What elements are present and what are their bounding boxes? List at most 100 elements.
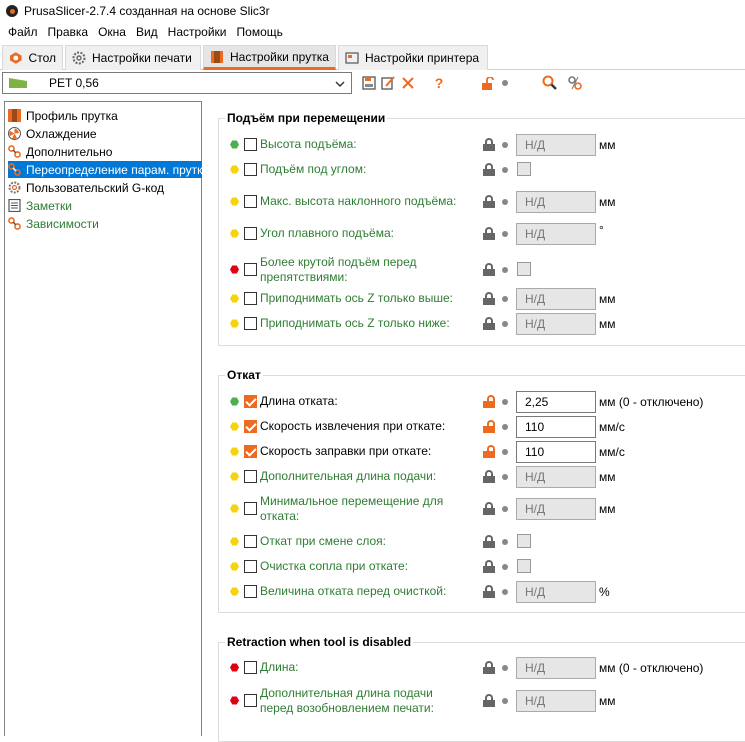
override-checkbox[interactable] [244, 317, 257, 330]
bullet-dot-icon[interactable] [502, 589, 508, 595]
sidebar-item-filament[interactable]: Профиль прутка [8, 107, 202, 124]
lock-open-icon[interactable] [479, 74, 497, 92]
setting-field[interactable]: Н/Д [516, 581, 596, 603]
setting-field[interactable]: 2,25 [516, 391, 596, 413]
setting-checkbox[interactable] [517, 162, 531, 176]
lock-icon[interactable] [483, 195, 495, 208]
override-checkbox[interactable] [244, 420, 257, 433]
sidebar-item-notes[interactable]: Заметки [8, 197, 202, 214]
group-title: Retraction when tool is disabled [225, 635, 414, 649]
lock-icon[interactable] [483, 470, 495, 483]
lock-open-icon[interactable] [483, 445, 495, 458]
bullet-dot-icon[interactable] [502, 399, 508, 405]
bullet-dot-icon[interactable] [502, 698, 508, 704]
lock-icon[interactable] [483, 263, 495, 276]
menu-configuration[interactable]: Настройки [164, 25, 231, 39]
compare-presets-icon[interactable] [566, 74, 584, 92]
lock-icon[interactable] [483, 138, 495, 151]
modified-value-icon [230, 294, 239, 303]
bullet-dot-icon[interactable] [502, 424, 508, 430]
tab-printer-settings[interactable]: Настройки принтера [338, 45, 488, 70]
bullet-dot-icon[interactable] [502, 474, 508, 480]
lock-icon[interactable] [483, 560, 495, 573]
preset-combobox[interactable]: PET 0,56 [2, 72, 352, 94]
menu-file[interactable]: Файл [4, 25, 42, 39]
help-question-icon[interactable]: ? [430, 74, 448, 92]
lock-icon[interactable] [483, 661, 495, 674]
setting-field[interactable]: Н/Д [516, 466, 596, 488]
override-checkbox[interactable] [244, 470, 257, 483]
lock-icon[interactable] [483, 163, 495, 176]
rename-preset-icon[interactable] [379, 74, 397, 92]
setting-field[interactable]: Н/Д [516, 191, 596, 213]
lock-icon[interactable] [483, 317, 495, 330]
bullet-dot-icon[interactable] [502, 449, 508, 455]
lock-icon[interactable] [483, 502, 495, 515]
menu-window[interactable]: Окна [94, 25, 130, 39]
setting-checkbox[interactable] [517, 559, 531, 573]
override-checkbox[interactable] [244, 395, 257, 408]
lock-icon[interactable] [483, 694, 495, 707]
override-checkbox[interactable] [244, 195, 257, 208]
override-checkbox[interactable] [244, 694, 257, 707]
lock-open-icon[interactable] [483, 395, 495, 408]
setting-field[interactable]: 110 [516, 441, 596, 463]
setting-field[interactable]: Н/Д [516, 288, 596, 310]
setting-field[interactable]: Н/Д [516, 223, 596, 245]
bullet-dot-icon[interactable] [502, 665, 508, 671]
lock-icon[interactable] [483, 227, 495, 240]
override-checkbox[interactable] [244, 502, 257, 515]
lock-icon[interactable] [483, 292, 495, 305]
override-checkbox[interactable] [244, 138, 257, 151]
setting-field[interactable]: Н/Д [516, 134, 596, 156]
override-checkbox[interactable] [244, 292, 257, 305]
tab-plater[interactable]: Стол [2, 45, 63, 70]
setting-checkbox[interactable] [517, 262, 531, 276]
setting-row: Подъём под углом: [208, 159, 745, 181]
tab-print-settings[interactable]: Настройки печати [65, 45, 201, 70]
tab-filament-settings[interactable]: Настройки прутка [203, 45, 336, 70]
bullet-dot-icon[interactable] [502, 539, 508, 545]
setting-label: Высота подъёма: [260, 137, 357, 151]
bullet-dot-icon[interactable] [502, 506, 508, 512]
setting-checkbox[interactable] [517, 534, 531, 548]
bullet-dot-icon[interactable] [502, 231, 508, 237]
delete-preset-icon[interactable] [399, 74, 417, 92]
bullet-dot-icon[interactable] [502, 267, 508, 273]
menu-edit[interactable]: Правка [44, 25, 93, 39]
sidebar-item-filament-overrides[interactable]: Переопределение парам. прутка [8, 161, 202, 178]
bullet-dot-icon[interactable] [502, 564, 508, 570]
bullet-dot-icon[interactable] [502, 167, 508, 173]
bullet-dot-icon[interactable] [502, 296, 508, 302]
override-checkbox[interactable] [244, 163, 257, 176]
lock-icon[interactable] [483, 585, 495, 598]
setting-field[interactable]: Н/Д [516, 498, 596, 520]
override-checkbox[interactable] [244, 445, 257, 458]
setting-row: Минимальное перемещение для отката: Н/Д м… [208, 494, 745, 526]
lock-open-icon[interactable] [483, 420, 495, 433]
bullet-dot-icon[interactable] [502, 142, 508, 148]
bullet-dot-icon[interactable] [502, 199, 508, 205]
save-preset-icon[interactable] [360, 74, 378, 92]
setting-field[interactable]: Н/Д [516, 313, 596, 335]
bullet-dot-icon[interactable] [502, 321, 508, 327]
window-title: PrusaSlicer-2.7.4 созданная на основе Sl… [24, 4, 270, 18]
override-checkbox[interactable] [244, 661, 257, 674]
sidebar-item-advanced[interactable]: Дополнительно [8, 143, 202, 160]
setting-label: Длина отката: [260, 394, 338, 408]
menu-help[interactable]: Помощь [233, 25, 287, 39]
override-checkbox[interactable] [244, 227, 257, 240]
override-checkbox[interactable] [244, 560, 257, 573]
setting-field[interactable]: Н/Д [516, 657, 596, 679]
sidebar-item-custom-gcode[interactable]: Пользовательский G-код [8, 179, 202, 196]
override-checkbox[interactable] [244, 535, 257, 548]
sidebar-item-cooling[interactable]: Охлаждение [8, 125, 202, 142]
override-checkbox[interactable] [244, 263, 257, 276]
setting-field[interactable]: Н/Д [516, 690, 596, 712]
sidebar-item-dependencies[interactable]: Зависимости [8, 215, 202, 232]
lock-icon[interactable] [483, 535, 495, 548]
search-icon[interactable] [541, 74, 559, 92]
menu-view[interactable]: Вид [132, 25, 162, 39]
override-checkbox[interactable] [244, 585, 257, 598]
setting-field[interactable]: 110 [516, 416, 596, 438]
